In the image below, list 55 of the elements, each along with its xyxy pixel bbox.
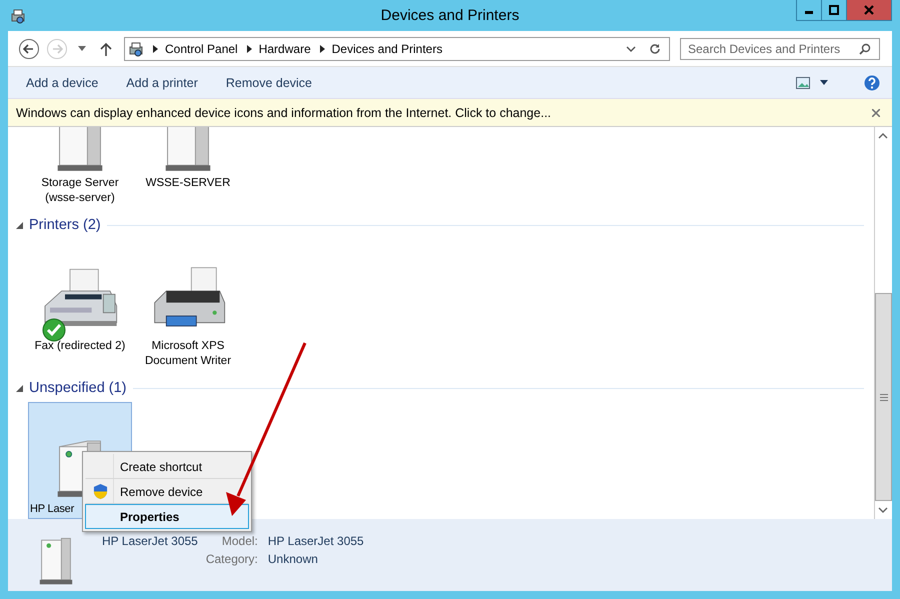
property-label: Model: [220,534,258,548]
command-button[interactable]: Add a device [18,72,106,94]
breadcrumb-item[interactable]: Devices and Printers [332,42,442,56]
minimize-button[interactable] [796,0,822,21]
device-item[interactable]: Fax (redirected 2) [28,239,132,371]
breadcrumb-separator-icon [153,44,158,52]
command-button[interactable]: Add a printer [118,72,206,94]
menu-item[interactable]: Create shortcut [85,454,249,479]
breadcrumb-item[interactable]: Control Panel [165,42,238,56]
device-label: Storage Server (wsse-server) [40,176,120,206]
search-icon [859,42,871,54]
address-bar[interactable]: Control Panel Hardware Devices and Printers [124,36,670,60]
collapse-triangle-icon[interactable] [16,222,23,228]
menu-item[interactable]: Properties [85,504,249,529]
view-dropdown-icon[interactable] [820,80,828,85]
property-value: HP LaserJet 3055 [268,534,364,548]
recent-pages-dropdown-icon[interactable] [78,46,86,51]
info-bar[interactable]: Windows can display enhanced device icons and information from the Internet. Click to change... [8,99,892,127]
window-title: Devices and Printers [380,7,520,24]
maximize-icon [829,5,839,15]
device-label: WSSE-SERVER [146,176,230,191]
device-label: HP Laser [29,502,74,517]
refresh-icon[interactable] [649,42,661,54]
device-item[interactable]: Storage Server (wsse-server) [28,127,132,208]
close-icon[interactable] [872,108,880,116]
device-item[interactable]: WSSE-SERVER [136,127,240,208]
up-arrow-icon[interactable] [100,42,112,56]
device-item[interactable]: Microsoft XPS Document Writer [136,239,240,371]
history-dropdown-icon[interactable] [626,46,636,52]
close-icon [864,5,874,15]
property-label: Category: [206,552,258,566]
collapse-triangle-icon[interactable] [16,384,23,392]
info-bar-message: Windows can display enhanced device icons and information from the Internet. Click to change... [16,106,552,120]
shield-icon [92,483,108,500]
grip-icon [880,394,888,400]
back-button[interactable] [18,38,40,60]
close-button[interactable] [846,0,892,21]
breadcrumb-item[interactable]: Hardware [258,42,311,56]
device-label: Fax (redirected 2) [34,339,126,354]
search-field[interactable]: Search Devices and Printers [680,38,880,60]
breadcrumb-separator-icon [246,44,252,52]
scrollbar-thumb[interactable] [875,293,892,501]
group-header[interactable]: Unspecified (1) [29,380,127,396]
view-options-icon[interactable] [796,76,810,88]
help-icon[interactable] [864,74,880,90]
device-name: HP LaserJet 3055 [102,534,198,548]
default-checkmark-icon [42,318,66,342]
command-button[interactable]: Remove device [218,72,320,94]
device-label: Microsoft XPS Document Writer [144,339,232,369]
property-value: Unknown [268,552,319,566]
group-header[interactable]: Printers (2) [29,217,101,233]
printer-icon [128,40,144,56]
vertical-scrollbar[interactable] [874,127,892,519]
breadcrumb-separator-icon [320,44,325,52]
printer-icon [10,8,26,24]
